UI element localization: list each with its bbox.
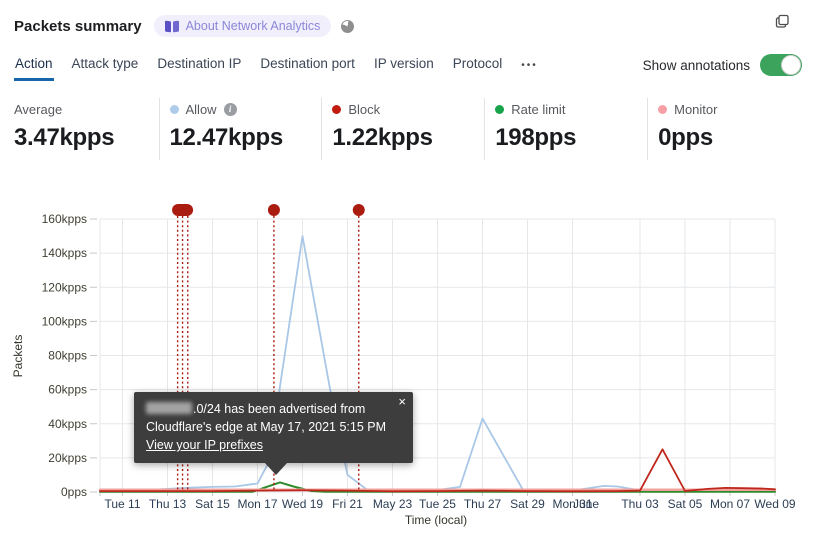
tabs: Action Attack type Destination IP Destin…	[14, 54, 539, 81]
svg-text:June: June	[573, 497, 599, 511]
svg-text:Fri 21: Fri 21	[332, 497, 363, 511]
svg-text:Sat 05: Sat 05	[668, 497, 703, 511]
tab-ip-version[interactable]: IP version	[373, 54, 435, 81]
tabs-row: Action Attack type Destination IP Destin…	[14, 54, 802, 81]
svg-text:May 23: May 23	[373, 497, 413, 511]
svg-text:Wed 09: Wed 09	[754, 497, 795, 511]
svg-text:0pps: 0pps	[61, 485, 87, 499]
stat-average: Average 3.47kpps	[14, 98, 159, 160]
redacted-ip-prefix	[146, 402, 192, 414]
tooltip-line2: Cloudflare's edge at May 17, 2021 5:15 P…	[146, 420, 387, 434]
pie-loading-icon	[341, 19, 355, 33]
svg-text:Thu 03: Thu 03	[621, 497, 659, 511]
header: Packets summary About Network Analytics	[14, 12, 802, 40]
tab-destination-port[interactable]: Destination port	[259, 54, 356, 81]
stat-label: Rate limit	[511, 101, 566, 117]
stat-value: 3.47kpps	[14, 124, 115, 151]
svg-text:40kpps: 40kpps	[48, 417, 87, 431]
tab-attack-type[interactable]: Attack type	[71, 54, 140, 81]
stat-value: 12.47kpps	[169, 124, 284, 151]
svg-text:120kpps: 120kpps	[42, 280, 87, 294]
show-annotations-label: Show annotations	[642, 57, 750, 73]
svg-text:Wed 19: Wed 19	[282, 497, 323, 511]
stat-value: 1.22kpps	[332, 124, 433, 151]
svg-text:Mon 07: Mon 07	[710, 497, 750, 511]
svg-text:Sat 29: Sat 29	[510, 497, 545, 511]
tab-protocol[interactable]: Protocol	[452, 54, 504, 81]
packets-chart[interactable]: 160kpps 140kpps 120kpps 100kpps 80kpps 60kpps…	[0, 0, 816, 545]
svg-text:80kpps: 80kpps	[48, 349, 87, 363]
stat-value: 198pps	[495, 124, 577, 151]
annotation-tooltip: × .0/24 has been advertised from Cloudfl…	[134, 392, 413, 475]
view-ip-prefixes-link[interactable]: View your IP prefixes	[146, 438, 263, 452]
svg-text:Tue 11: Tue 11	[104, 497, 140, 511]
tab-destination-ip[interactable]: Destination IP	[156, 54, 242, 81]
about-network-analytics-badge[interactable]: About Network Analytics	[153, 15, 332, 37]
tooltip-caret	[265, 463, 287, 475]
rate-limit-dot	[495, 104, 505, 114]
tooltip-line1: .0/24 has been advertised from	[146, 400, 401, 418]
more-tabs-icon[interactable]: •••	[520, 54, 539, 81]
svg-text:160kpps: 160kpps	[42, 212, 87, 226]
stat-rate-limit: Rate limit 198pps	[484, 98, 647, 160]
copy-icon[interactable]	[774, 13, 790, 29]
stat-label: Allow	[185, 101, 217, 117]
stat-label: Monitor	[674, 101, 718, 117]
show-annotations-control: Show annotations	[643, 54, 802, 76]
svg-text:Packets: Packets	[11, 335, 25, 378]
packets-summary-panel: 160kpps 140kpps 120kpps 100kpps 80kpps 60kpps…	[0, 0, 816, 545]
stats-row: Average 3.47kpps Allow i 12.47kpps Block …	[14, 98, 810, 160]
svg-text:100kpps: 100kpps	[42, 314, 87, 328]
allow-dot	[169, 104, 179, 114]
tooltip-link-row: View your IP prefixes	[146, 436, 401, 454]
stat-label: Average	[14, 101, 63, 117]
svg-text:Mon 17: Mon 17	[237, 497, 277, 511]
svg-text:Thu 27: Thu 27	[464, 497, 502, 511]
svg-text:60kpps: 60kpps	[48, 383, 87, 397]
info-icon[interactable]: i	[223, 102, 237, 116]
page-title: Packets summary	[14, 17, 142, 35]
stat-allow: Allow i 12.47kpps	[158, 98, 322, 160]
svg-text:Tue 25: Tue 25	[419, 497, 456, 511]
svg-text:140kpps: 140kpps	[42, 246, 87, 260]
tab-action[interactable]: Action	[14, 54, 54, 81]
stat-value: 0pps	[658, 124, 713, 151]
toggle-knob	[781, 55, 801, 75]
stat-monitor: Monitor 0pps	[647, 98, 810, 160]
book-icon	[165, 21, 179, 32]
monitor-dot	[658, 104, 668, 114]
svg-text:Sat 15: Sat 15	[195, 497, 230, 511]
badge-label: About Network Analytics	[185, 19, 321, 33]
svg-text:Time (local): Time (local)	[405, 513, 467, 527]
close-icon[interactable]: ×	[398, 395, 406, 408]
stat-label: Block	[348, 101, 381, 117]
stat-block: Block 1.22kpps	[321, 98, 484, 160]
svg-text:Thu 13: Thu 13	[149, 497, 187, 511]
show-annotations-toggle[interactable]	[760, 54, 802, 76]
svg-text:20kpps: 20kpps	[48, 451, 87, 465]
block-dot	[332, 104, 342, 114]
